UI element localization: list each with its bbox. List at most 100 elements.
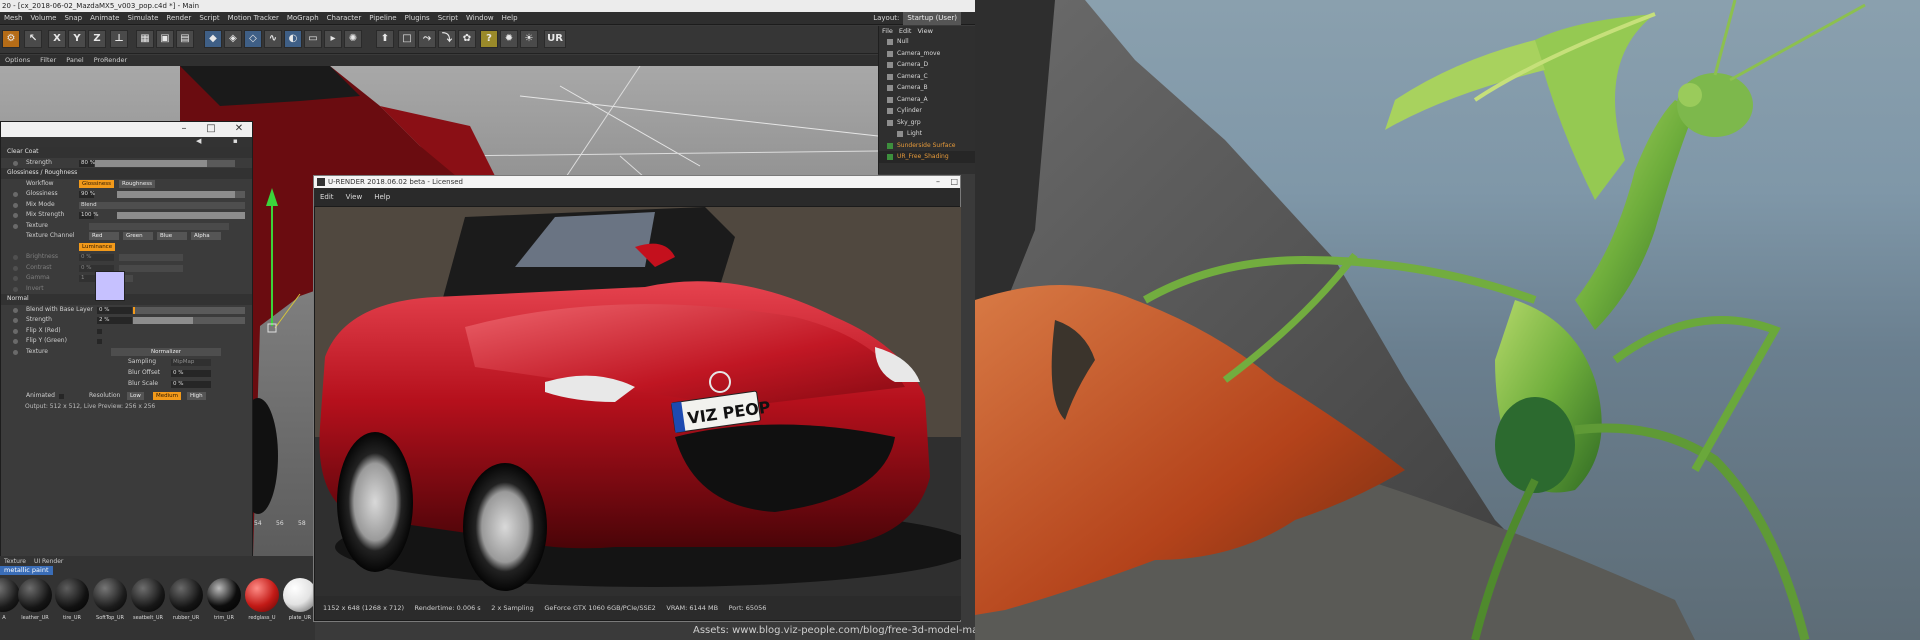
glossiness-slider[interactable] xyxy=(117,191,245,198)
mix-strength-field[interactable]: 100 % xyxy=(79,212,98,219)
menu-pipeline[interactable]: Pipeline xyxy=(365,12,400,25)
menu-snap[interactable]: Snap xyxy=(60,12,86,25)
help-icon[interactable]: ? xyxy=(480,30,498,48)
layout-dropdown[interactable]: Startup (User) xyxy=(903,12,961,25)
object-row[interactable]: Light xyxy=(879,128,975,140)
plugin-icon[interactable]: ✿ xyxy=(458,30,476,48)
camera-icon[interactable]: ▸ xyxy=(324,30,342,48)
material-ball[interactable] xyxy=(169,578,203,612)
minimize-icon[interactable]: – xyxy=(936,176,940,188)
objmgr-menu-view[interactable]: View xyxy=(914,26,935,36)
frame-icon[interactable]: □ xyxy=(398,30,416,48)
menu-render[interactable]: Render xyxy=(162,12,195,25)
objmgr-menu-edit[interactable]: Edit xyxy=(896,26,915,36)
mix-strength-slider[interactable] xyxy=(117,212,245,219)
channel-luminance-button[interactable]: Luminance xyxy=(79,242,116,251)
live-select-icon[interactable]: ↖ xyxy=(24,30,42,48)
menu-window[interactable]: Window xyxy=(462,12,498,25)
viewport-menu-options[interactable]: Options xyxy=(0,55,35,66)
bulb-icon[interactable]: ☀ xyxy=(520,30,538,48)
object-row[interactable]: Cylinder xyxy=(879,105,975,117)
animate-dot-icon[interactable] xyxy=(13,328,18,334)
pin-icon[interactable]: ⬆ xyxy=(376,30,394,48)
material-ball[interactable] xyxy=(55,578,89,612)
urender-menu-edit[interactable]: Edit xyxy=(314,188,340,206)
clear-coat-strength-slider[interactable] xyxy=(95,159,235,167)
clear-coat-strength-field[interactable]: 80 % xyxy=(79,159,95,167)
channel-red-button[interactable]: Red xyxy=(89,232,119,240)
spline-icon[interactable]: ∿ xyxy=(264,30,282,48)
render-settings-icon[interactable]: ▤ xyxy=(176,30,194,48)
menu-plugins[interactable]: Plugins xyxy=(401,12,434,25)
array-icon[interactable]: ◇ xyxy=(244,30,262,48)
tab-ui-render[interactable]: UI Render xyxy=(30,558,67,566)
resolution-medium-button[interactable]: Medium xyxy=(153,392,181,400)
minimize-icon[interactable]: – xyxy=(177,123,191,134)
viewport-menu-panel[interactable]: Panel xyxy=(61,55,89,66)
menu-script-2[interactable]: Script xyxy=(434,12,462,25)
animate-dot-icon[interactable] xyxy=(13,307,18,313)
render-view-icon[interactable]: ▦ xyxy=(136,30,154,48)
normal-strength-slider[interactable] xyxy=(133,317,245,324)
object-row[interactable]: Sunderside Surface xyxy=(879,140,975,152)
resolution-low-button[interactable]: Low xyxy=(127,392,144,400)
viewport-menu-prorender[interactable]: ProRender xyxy=(89,55,132,66)
object-row[interactable]: Camera_move xyxy=(879,48,975,60)
section-glossiness[interactable]: Glossiness / Roughness xyxy=(1,168,252,179)
flip-x-checkbox[interactable] xyxy=(97,328,102,334)
blend-base-slider[interactable] xyxy=(133,306,245,314)
object-row[interactable]: Null xyxy=(879,36,975,48)
menu-mograph[interactable]: MoGraph xyxy=(283,12,323,25)
channel-green-button[interactable]: Green xyxy=(123,232,153,240)
menu-simulate[interactable]: Simulate xyxy=(123,12,162,25)
workflow-roughness-button[interactable]: Roughness xyxy=(119,179,156,188)
animate-dot-icon[interactable] xyxy=(13,213,18,218)
animate-dot-icon[interactable] xyxy=(13,160,18,166)
material-ball[interactable] xyxy=(0,578,20,612)
close-icon[interactable]: ✕ xyxy=(232,123,246,134)
resolution-high-button[interactable]: High xyxy=(187,392,206,400)
animate-dot-icon[interactable] xyxy=(13,339,18,344)
light-icon[interactable]: ✺ xyxy=(344,30,362,48)
coordinate-icon[interactable]: ⊥ xyxy=(110,30,128,48)
workflow-glossiness-button[interactable]: Glossiness xyxy=(79,179,115,188)
animate-dot-icon[interactable] xyxy=(13,349,18,355)
material-ball[interactable] xyxy=(207,578,241,612)
animated-checkbox[interactable] xyxy=(59,394,64,399)
channel-blue-button[interactable]: Blue xyxy=(157,232,187,240)
lock-icon[interactable]: ▪ xyxy=(233,137,238,145)
bug-icon[interactable]: ✹ xyxy=(500,30,518,48)
urender-menu-view[interactable]: View xyxy=(340,188,369,206)
normalizer-button[interactable]: Normalizer xyxy=(111,347,221,356)
material-ball[interactable] xyxy=(18,578,52,612)
flip-y-checkbox[interactable] xyxy=(97,339,102,344)
object-row[interactable]: Camera_D xyxy=(879,59,975,71)
menu-volume[interactable]: Volume xyxy=(26,12,60,25)
gear-icon[interactable]: ⚙ xyxy=(2,30,20,48)
menu-character[interactable]: Character xyxy=(323,12,366,25)
object-row[interactable]: UR_Free_Shading xyxy=(879,151,975,163)
material-ball[interactable] xyxy=(283,578,317,612)
render-output[interactable]: VIZ PEOP xyxy=(315,207,961,597)
blend-base-field[interactable]: 0 % xyxy=(97,306,132,314)
script-icon[interactable]: ⤵ xyxy=(438,30,456,48)
animate-dot-icon[interactable] xyxy=(13,202,18,208)
animate-dot-icon[interactable] xyxy=(13,223,18,229)
menu-mesh[interactable]: Mesh xyxy=(0,12,26,25)
urender-menu-help[interactable]: Help xyxy=(368,188,396,206)
back-arrow-icon[interactable]: ◀ xyxy=(196,137,201,145)
subdivision-icon[interactable]: ◈ xyxy=(224,30,242,48)
object-row[interactable]: Camera_B xyxy=(879,82,975,94)
cube-icon[interactable]: ◆ xyxy=(204,30,222,48)
maximize-icon[interactable]: □ xyxy=(204,123,218,134)
section-normal[interactable]: Normal xyxy=(1,294,252,305)
texture-slot[interactable] xyxy=(89,222,229,230)
menu-animate[interactable]: Animate xyxy=(86,12,123,25)
material-ball[interactable] xyxy=(245,578,279,612)
y-axis-icon[interactable]: Y xyxy=(68,30,86,48)
menu-help[interactable]: Help xyxy=(498,12,522,25)
tab-texture[interactable]: Texture xyxy=(0,558,30,566)
z-axis-icon[interactable]: Z xyxy=(88,30,106,48)
menu-script[interactable]: Script xyxy=(195,12,223,25)
object-row[interactable]: Camera_A xyxy=(879,94,975,106)
